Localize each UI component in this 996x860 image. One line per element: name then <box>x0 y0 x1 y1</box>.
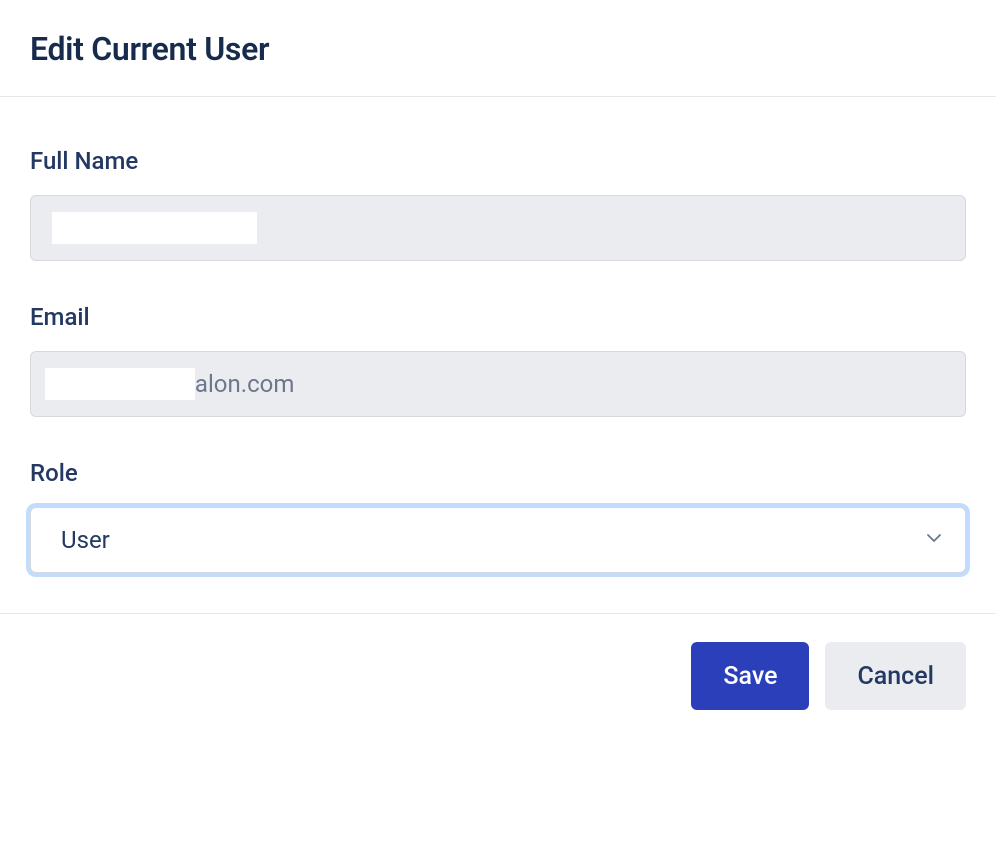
role-select[interactable]: User <box>30 507 966 573</box>
modal-title: Edit Current User <box>30 30 966 68</box>
role-group: Role User <box>30 459 966 573</box>
edit-user-modal: Edit Current User Full Name Email Role U… <box>0 0 996 738</box>
role-label: Role <box>30 459 966 487</box>
full-name-input-wrapper <box>30 195 966 261</box>
email-label: Email <box>30 303 966 331</box>
email-input[interactable] <box>30 351 966 417</box>
modal-body: Full Name Email Role User <box>0 97 996 613</box>
full-name-group: Full Name <box>30 147 966 261</box>
modal-header: Edit Current User <box>0 0 996 97</box>
role-select-wrapper: User <box>30 507 966 573</box>
full-name-label: Full Name <box>30 147 966 175</box>
cancel-button[interactable]: Cancel <box>825 642 966 710</box>
full-name-input[interactable] <box>30 195 966 261</box>
email-group: Email <box>30 303 966 417</box>
modal-footer: Save Cancel <box>0 613 996 738</box>
save-button[interactable]: Save <box>691 642 809 710</box>
role-selected-value: User <box>61 526 110 554</box>
email-input-wrapper <box>30 351 966 417</box>
